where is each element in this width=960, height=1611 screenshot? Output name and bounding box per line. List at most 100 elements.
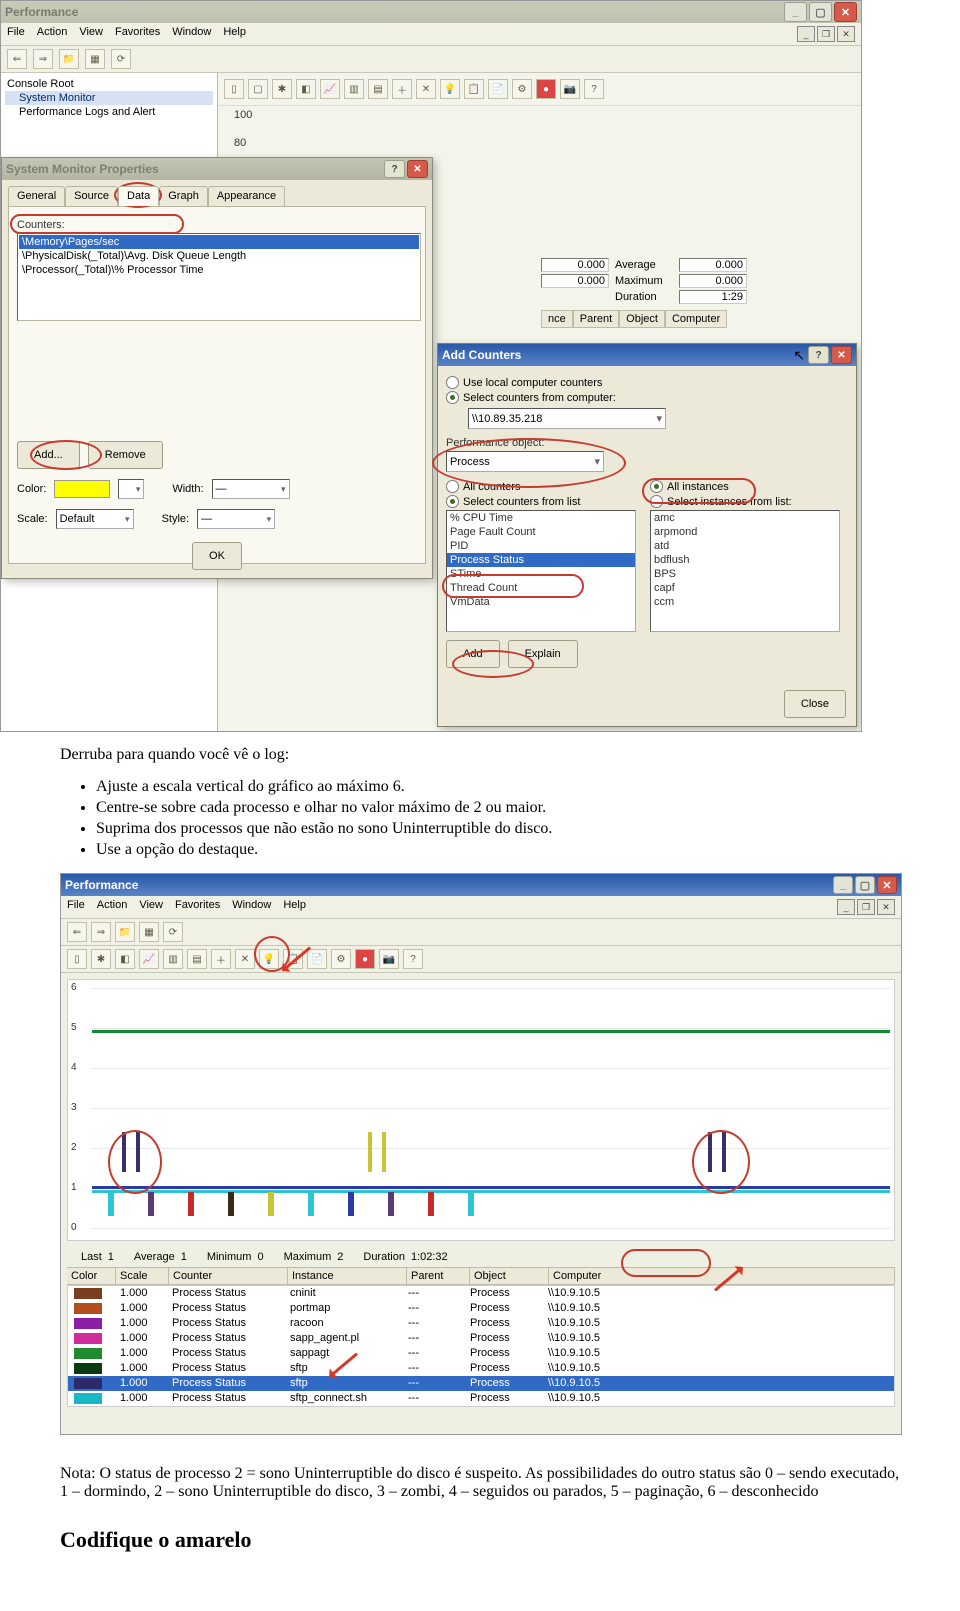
- counter-item[interactable]: \Memory\Pages/sec: [19, 235, 419, 249]
- list-item[interactable]: Page Fault Count: [447, 525, 635, 539]
- table-row[interactable]: 1.000Process Statussftp_connect.sh---Pro…: [68, 1391, 894, 1406]
- props-icon[interactable]: ⚙: [331, 949, 351, 969]
- list-item[interactable]: arpmond: [651, 525, 839, 539]
- snapshot-icon[interactable]: 📷: [379, 949, 399, 969]
- chart-icon[interactable]: 📈: [139, 949, 159, 969]
- nav-back-icon[interactable]: ⇐: [67, 922, 87, 942]
- maximize-button[interactable]: ▢: [855, 876, 875, 894]
- tab-graph[interactable]: Graph: [159, 186, 208, 206]
- scale-combo[interactable]: Default: [56, 509, 134, 529]
- col-computer[interactable]: Computer: [665, 310, 727, 328]
- list-item[interactable]: bdflush: [651, 553, 839, 567]
- list-item[interactable]: VmData: [447, 595, 635, 609]
- tree-perf-logs[interactable]: Performance Logs and Alert: [5, 105, 213, 119]
- color-picker[interactable]: [54, 480, 110, 498]
- perfobj-combo[interactable]: Process: [446, 451, 604, 472]
- mdi-restore-icon[interactable]: ❐: [857, 899, 875, 915]
- highlight-icon[interactable]: 💡: [259, 949, 279, 969]
- chart-icon[interactable]: 📈: [320, 79, 340, 99]
- table-row[interactable]: 1.000Process Statussftp---Process\\10.9.…: [68, 1376, 894, 1391]
- radio-remote[interactable]: [446, 391, 459, 404]
- chart-area[interactable]: 6 5 4 3 2 1 0: [67, 979, 895, 1241]
- mdi-restore-icon[interactable]: ❐: [817, 26, 835, 42]
- props-icon[interactable]: ⚙: [512, 79, 532, 99]
- help-icon[interactable]: ?: [384, 160, 405, 178]
- refresh-icon[interactable]: ⟳: [163, 922, 183, 942]
- menu-window[interactable]: Window: [232, 899, 271, 915]
- col-instance[interactable]: nce: [541, 310, 573, 328]
- radio-selinstances[interactable]: [650, 495, 663, 508]
- folder-icon[interactable]: 📁: [115, 922, 135, 942]
- close-button[interactable]: ✕: [877, 876, 897, 894]
- table-row[interactable]: 1.000Process Statussappagt---Process\\10…: [68, 1346, 894, 1361]
- mdi-minimize-icon[interactable]: _: [797, 26, 815, 42]
- list-item[interactable]: STime: [447, 567, 635, 581]
- menu-window[interactable]: Window: [172, 26, 211, 42]
- tab-general[interactable]: General: [8, 186, 65, 206]
- refresh-icon[interactable]: ⟳: [111, 49, 131, 69]
- col-scale[interactable]: Scale: [116, 1268, 169, 1284]
- col-parent[interactable]: Parent: [573, 310, 619, 328]
- table-row[interactable]: 1.000Process Statusportmap---Process\\10…: [68, 1301, 894, 1316]
- mdi-close-icon[interactable]: ✕: [877, 899, 895, 915]
- col-object[interactable]: Object: [619, 310, 665, 328]
- list-item[interactable]: BPS: [651, 567, 839, 581]
- list-item[interactable]: atd: [651, 539, 839, 553]
- list-item[interactable]: amc: [651, 511, 839, 525]
- color-dropdown[interactable]: [118, 479, 144, 499]
- tab-source[interactable]: Source: [65, 186, 118, 206]
- radio-local[interactable]: [446, 376, 459, 389]
- help-icon[interactable]: ?: [808, 346, 829, 364]
- freeze-icon[interactable]: ✱: [272, 79, 292, 99]
- nav-fwd-icon[interactable]: ⇒: [33, 49, 53, 69]
- toolbar-icon[interactable]: ▦: [139, 922, 159, 942]
- histogram-icon[interactable]: ▥: [163, 949, 183, 969]
- highlight-icon[interactable]: 💡: [440, 79, 460, 99]
- counter-table-body[interactable]: 1.000Process Statuscninit---Process\\10.…: [67, 1285, 895, 1407]
- list-item[interactable]: Thread Count: [447, 581, 635, 595]
- explain-button[interactable]: Explain: [508, 640, 578, 668]
- table-row[interactable]: 1.000Process Statusracoon---Process\\10.…: [68, 1316, 894, 1331]
- delete-icon[interactable]: ✕: [416, 79, 436, 99]
- list-item[interactable]: PID: [447, 539, 635, 553]
- menu-view[interactable]: View: [139, 899, 163, 915]
- stop-icon[interactable]: ●: [355, 949, 375, 969]
- col-parent[interactable]: Parent: [407, 1268, 470, 1284]
- remove-button[interactable]: Remove: [88, 441, 163, 469]
- counter-item[interactable]: \Processor(_Total)\% Processor Time: [19, 263, 419, 277]
- list-item[interactable]: % CPU Time: [447, 511, 635, 525]
- menu-help[interactable]: Help: [283, 899, 306, 915]
- close-icon[interactable]: ✕: [407, 160, 428, 178]
- col-color[interactable]: Color: [67, 1268, 116, 1284]
- radio-allcounters[interactable]: [446, 480, 459, 493]
- menu-favorites[interactable]: Favorites: [115, 26, 160, 42]
- list-item[interactable]: capf: [651, 581, 839, 595]
- col-object[interactable]: Object: [470, 1268, 549, 1284]
- counters-list[interactable]: \Memory\Pages/sec \PhysicalDisk(_Total)\…: [17, 233, 421, 321]
- list-item[interactable]: ccm: [651, 595, 839, 609]
- add-button[interactable]: Add: [446, 640, 500, 668]
- ok-button[interactable]: OK: [192, 542, 242, 570]
- close-button[interactable]: ✕: [834, 2, 857, 22]
- copy-icon[interactable]: 📋: [283, 949, 303, 969]
- radio-selcounters[interactable]: [446, 495, 459, 508]
- list-item[interactable]: Process Status: [447, 553, 635, 567]
- delete-icon[interactable]: ✕: [235, 949, 255, 969]
- nav-fwd-icon[interactable]: ⇒: [91, 922, 111, 942]
- copy-icon[interactable]: 📋: [464, 79, 484, 99]
- tab-data[interactable]: Data: [118, 186, 159, 206]
- mdi-close-icon[interactable]: ✕: [837, 26, 855, 42]
- histogram-icon[interactable]: ▥: [344, 79, 364, 99]
- col-instance[interactable]: Instance: [288, 1268, 407, 1284]
- instances-list[interactable]: amc arpmond atd bdflush BPS capf ccm: [650, 510, 840, 632]
- maximize-button[interactable]: ▢: [809, 2, 832, 22]
- report-icon[interactable]: ▤: [187, 949, 207, 969]
- computer-combo[interactable]: \\10.89.35.218: [468, 408, 666, 429]
- minimize-button[interactable]: _: [833, 876, 853, 894]
- freeze-icon[interactable]: ✱: [91, 949, 111, 969]
- minimize-button[interactable]: _: [784, 2, 807, 22]
- report-icon[interactable]: ▤: [368, 79, 388, 99]
- snapshot-icon[interactable]: 📷: [560, 79, 580, 99]
- toolbar-icon[interactable]: ▦: [85, 49, 105, 69]
- table-row[interactable]: 1.000Process Statussftp---Process\\10.9.…: [68, 1361, 894, 1376]
